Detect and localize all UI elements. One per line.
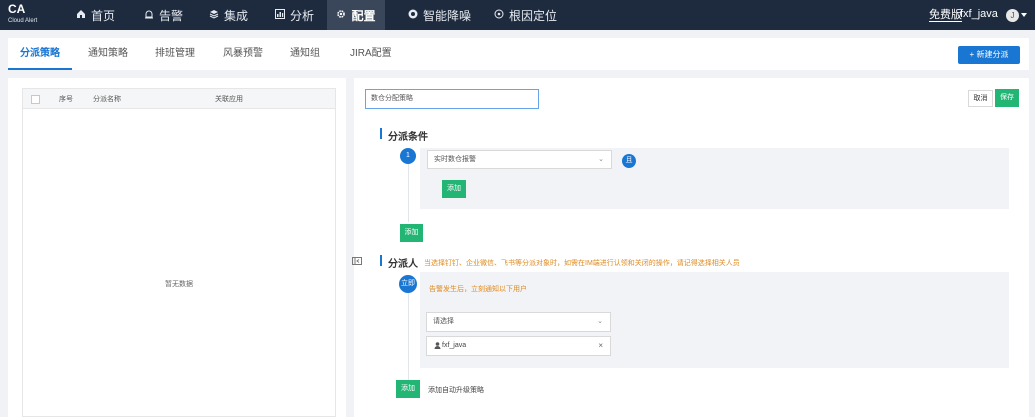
tab-schedule[interactable]: 排班管理 [155,38,195,70]
assignee-sub-notice: 告警发生后，立刻通知以下用户 [429,286,527,293]
tab-dispatch[interactable]: 分派策略 [8,38,72,70]
tab-notify-group[interactable]: 通知组 [290,38,320,70]
nav-config-label: 配置 [351,8,376,23]
conditions-connector-line [408,164,409,222]
nav-alerts[interactable]: 告警 [144,0,183,30]
brand-subtitle: Cloud Alert [8,18,38,24]
avatar[interactable]: J [1006,9,1019,22]
nav-home[interactable]: 首页 [76,0,115,30]
condition-select-value: 实时数仓报警 [434,156,476,163]
save-button[interactable]: 保存 [995,89,1019,107]
nav-analysis-label: 分析 [290,8,315,23]
noise-icon [408,9,418,22]
dispatch-list-panel: 序号 分派名称 关联应用 暂无数据 [8,78,346,417]
target-icon [494,9,504,22]
conditions-section-marker [380,128,382,139]
assignee-notice: 当选择钉钉、企业微信、飞书等分派对象时，如需在IM端进行认领和关闭的操作，请记得… [424,260,740,267]
nav-root-cause[interactable]: 根因定位 [494,0,557,30]
home-icon [76,9,86,22]
brand-logo[interactable]: CA Cloud Alert [8,3,37,24]
dispatch-table: 序号 分派名称 关联应用 暂无数据 [22,88,336,417]
table-header: 序号 分派名称 关联应用 [23,89,335,109]
nav-integration-label: 集成 [224,8,249,23]
config-tabbar: 分派策略 通知策略 排班管理 风暴预警 通知组 JIRA配置 + 新建分派 [8,38,1029,70]
person-icon [434,337,441,363]
gear-icon [336,9,346,22]
nav-noise-reduction[interactable]: 智能降噪 [408,0,471,30]
top-navbar: CA Cloud Alert 首页 告警 集成 分析 配置 智能降噪 根因定位 … [0,0,1035,30]
col-name: 分派名称 [93,96,121,103]
chart-icon [275,8,285,22]
escalation-label[interactable]: 添加自动升级策略 [428,385,484,395]
condition-inner-add-button[interactable]: 添加 [442,180,466,198]
and-operator-badge[interactable]: 且 [622,154,636,168]
selected-user-name: fxf_java [442,342,467,349]
chevron-down-icon: ⌄ [598,156,604,163]
select-all-checkbox[interactable] [31,95,40,104]
assignee-select[interactable]: 请选择 ⌄ [426,312,611,332]
nav-alerts-label: 告警 [159,8,184,23]
nav-integration[interactable]: 集成 [209,0,248,30]
selected-user-tag: fxf_java × [426,336,611,356]
nav-analysis[interactable]: 分析 [275,0,314,30]
chevron-down-icon: ⌄ [597,318,603,325]
assignee-step-badge: 立即 [399,275,417,293]
condition-step-badge: 1 [400,148,416,164]
conditions-title: 分派条件 [388,132,428,143]
assignee-title: 分派人 [388,259,418,270]
cancel-button[interactable]: 取消 [968,90,993,107]
assignee-select-placeholder: 请选择 [433,318,454,325]
nav-noise-label: 智能降噪 [423,8,472,23]
brand-name: CA [8,2,26,16]
tab-storm-warning[interactable]: 风暴预警 [223,38,263,70]
add-condition-button[interactable]: 添加 [400,224,423,242]
assignee-section-marker [380,255,382,266]
add-escalation-button[interactable]: 添加 [396,380,420,398]
nav-home-label: 首页 [91,8,116,23]
new-dispatch-button[interactable]: + 新建分派 [958,46,1020,64]
alarm-icon [144,9,154,22]
layers-icon [209,9,219,22]
remove-user-icon[interactable]: × [598,337,603,355]
tab-notify-policy[interactable]: 通知策略 [88,38,128,70]
col-app: 关联应用 [215,96,243,103]
col-index: 序号 [59,96,73,103]
assignee-connector-line [408,290,409,380]
plan-link[interactable]: 免费版 [929,9,962,22]
nav-rca-label: 根因定位 [509,8,558,23]
user-name[interactable]: fxf_java [960,8,998,20]
user-menu-caret-icon[interactable] [1021,13,1027,17]
nav-config[interactable]: 配置 [327,0,385,30]
collapse-panel-icon[interactable] [352,256,362,268]
condition-select[interactable]: 实时数仓报警 ⌄ [427,150,612,169]
tab-jira[interactable]: JIRA配置 [350,38,392,70]
policy-name-input[interactable]: 数仓分配策略 [365,89,539,109]
empty-state-text: 暂无数据 [165,281,193,288]
